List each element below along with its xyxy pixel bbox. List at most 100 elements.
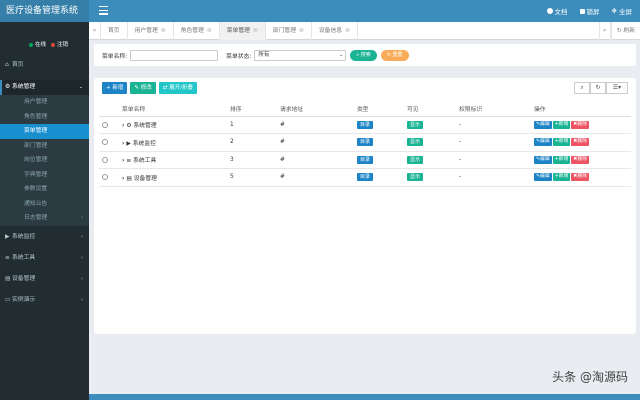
expand-caret-icon[interactable]: › (122, 141, 124, 147)
menu-table: 菜单名称 排序 请求地址 类型 可见 权限标识 操作 › ⚙ 系统管理 1 # 目… (99, 102, 631, 187)
lock-button[interactable]: 锁屏 (579, 6, 600, 16)
chevron-left-icon: ‹ (81, 254, 83, 261)
row-delete-button[interactable]: ✖删除 (571, 155, 589, 164)
row-add-button[interactable]: +新增 (552, 120, 571, 129)
fullscreen-button[interactable]: ✥ 全屏 (612, 6, 632, 16)
col-url: 请求地址 (277, 102, 354, 117)
search-button[interactable]: ⌕ 搜索 (350, 49, 377, 61)
sidebar-submenu: 用户管理 角色管理 菜单管理 部门管理 岗位管理 字典管理 参数设置 通知公告 … (0, 95, 89, 226)
table-header-row: 菜单名称 排序 请求地址 类型 可见 权限标识 操作 (99, 102, 631, 117)
col-menu-name: 菜单名称 (119, 102, 227, 117)
columns-icon[interactable]: ☰▾ (606, 82, 628, 94)
close-icon[interactable]: ⊗ (253, 28, 258, 34)
close-icon[interactable]: ⊗ (299, 28, 304, 34)
menu-status-select[interactable]: 所有 ⌄ (254, 49, 347, 61)
row-edit-button[interactable]: ✎编辑 (534, 155, 552, 164)
question-icon (546, 8, 553, 14)
doc-button[interactable]: 文档 (546, 6, 568, 16)
menu-perm: - (456, 151, 531, 169)
refresh-icon[interactable]: ↻ (590, 82, 606, 94)
logout-icon (51, 42, 56, 47)
visible-badge: 显示 (407, 120, 424, 129)
row-delete-button[interactable]: ✖删除 (571, 120, 589, 129)
add-button[interactable]: + 新增 (102, 82, 128, 94)
menu-toggle-icon[interactable] (99, 6, 108, 15)
row-add-button[interactable]: +新增 (552, 138, 571, 147)
tab-menu-mgmt[interactable]: 菜单管理 ⊗ (219, 22, 266, 40)
visible-badge: 显示 (407, 173, 424, 182)
row-add-button[interactable]: +新增 (552, 173, 571, 182)
sidebar-item-home[interactable]: ⌂ 首页 (0, 58, 89, 73)
exchange-icon: ⇄ (162, 85, 168, 91)
tab-home[interactable]: 首页 (101, 22, 128, 40)
expand-caret-icon[interactable]: › (122, 123, 124, 129)
sidebar-item-system-mgmt[interactable]: ⚙ 系统管理 ⌄ (0, 80, 89, 95)
row-edit-button[interactable]: ✎编辑 (534, 138, 552, 147)
refresh-button[interactable]: ↻ 刷新 (610, 22, 640, 40)
row-edit-button[interactable]: ✎编辑 (534, 120, 552, 129)
row-radio[interactable] (102, 139, 108, 145)
row-radio[interactable] (102, 174, 108, 180)
sidebar-item-menu-mgmt[interactable]: 菜单管理 (0, 124, 89, 139)
sidebar-item-user-mgmt[interactable]: 用户管理 (0, 95, 89, 110)
menu-order: 1 (227, 116, 277, 134)
close-icon[interactable]: ⊗ (345, 28, 350, 34)
close-icon[interactable]: ⊗ (207, 28, 212, 34)
type-badge: 目录 (357, 138, 374, 147)
expand-collapse-button[interactable]: ⇄ 展开/折叠 (158, 82, 197, 94)
sidebar-item-dept-mgmt[interactable]: 部门管理 (0, 139, 89, 154)
search-toggle-icon[interactable]: ⌕ (574, 82, 590, 94)
menu-perm: - (456, 116, 531, 134)
tabs-bar: « 首页 用户管理 ⊗ 角色管理 ⊗ 菜单管理 ⊗ 部门管理 ⊗ 设备信息 ⊗ » ↻ 刷… (89, 22, 640, 40)
row-delete-button[interactable]: ✖删除 (571, 138, 589, 147)
tab-dept-mgmt[interactable]: 部门管理 ⊗ (266, 22, 312, 40)
chevron-left-icon: ‹ (81, 275, 83, 282)
row-radio[interactable] (102, 156, 108, 163)
menu-name: 设备管理 (133, 175, 157, 182)
row-edit-button[interactable]: ✎编辑 (534, 173, 552, 182)
sidebar-item-post-mgmt[interactable]: 岗位管理 (0, 153, 89, 168)
tab-device-info[interactable]: 设备信息 ⊗ (312, 22, 358, 40)
sidebar-item-system-tools[interactable]: ≡ 系统工具 ‹ (0, 251, 89, 266)
sidebar-item-log-mgmt[interactable]: 日志管理 ‹ (0, 211, 89, 226)
tab-user-mgmt[interactable]: 用户管理 ⊗ (128, 22, 174, 40)
sidebar-item-system-monitor[interactable]: ▶ 系统监控 ‹ (0, 230, 89, 245)
close-icon[interactable]: ⊗ (161, 28, 166, 34)
row-add-button[interactable]: +新增 (552, 155, 571, 164)
edit-button[interactable]: ✎ 修改 (130, 82, 156, 94)
table-row[interactable]: › ≡ 系统工具 3 # 目录 显示 - ✎编辑 +新增 ✖删除 (99, 151, 631, 169)
user-status: 在线 注销 (29, 40, 68, 48)
expand-caret-icon[interactable]: › (122, 176, 124, 182)
table-row[interactable]: › ▶ 系统监控 2 # 目录 显示 - ✎编辑 +新增 ✖删除 (99, 133, 631, 152)
tabs-prev-button[interactable]: « (89, 22, 101, 40)
search-form: 菜单名称: 菜单状态: 所有 ⌄ ⌕ 搜索 ↻ 重置 (94, 44, 636, 66)
menu-url: # (277, 168, 354, 187)
menu-name-input[interactable] (130, 49, 219, 61)
menu-perm: - (456, 133, 531, 152)
sidebar-item-notice[interactable]: 通知公告 (0, 197, 89, 212)
menu-status-label: 菜单状态: (226, 53, 252, 60)
table-row[interactable]: › ▤ 设备管理 5 # 目录 显示 - ✎编辑 +新增 ✖删除 (99, 168, 631, 187)
menu-table-panel: + 新增 ✎ 修改 ⇄ 展开/折叠 ⌕ ↻ ☰▾ 菜单名称 排序 请求地址 类型… (94, 78, 636, 334)
sidebar-item-param-settings[interactable]: 参数设置 (0, 182, 89, 197)
sidebar-item-demo[interactable]: ▭ 实例演示 ‹ (0, 293, 89, 308)
bars-icon: ≡ (5, 254, 10, 261)
sidebar-item-dict-mgmt[interactable]: 字典管理 (0, 168, 89, 183)
plus-icon: + (106, 85, 111, 91)
gear-icon: ⚙ (5, 84, 11, 90)
sidebar-item-device-mgmt[interactable]: ▤ 设备管理 ‹ (0, 272, 89, 287)
row-radio[interactable] (102, 121, 108, 128)
tabs-next-button[interactable]: » (598, 22, 611, 40)
reset-button[interactable]: ↻ 重置 (380, 49, 409, 61)
col-actions: 操作 (531, 102, 631, 117)
sidebar-nav: ⌂ 首页 (0, 58, 89, 73)
table-row[interactable]: › ⚙ 系统管理 1 # 目录 显示 - ✎编辑 +新增 ✖删除 (99, 116, 631, 134)
menu-order: 2 (227, 133, 277, 152)
top-bar: 医疗设备管理系统 文档 锁屏 ✥ 全屏 (0, 0, 640, 22)
sidebar-item-role-mgmt[interactable]: 角色管理 (0, 110, 89, 125)
logout-link[interactable]: 注销 (51, 40, 68, 48)
col-order: 排序 (227, 102, 277, 117)
tab-role-mgmt[interactable]: 角色管理 ⊗ (174, 22, 220, 40)
expand-caret-icon[interactable]: › (122, 158, 124, 164)
row-delete-button[interactable]: ✖删除 (571, 173, 589, 182)
